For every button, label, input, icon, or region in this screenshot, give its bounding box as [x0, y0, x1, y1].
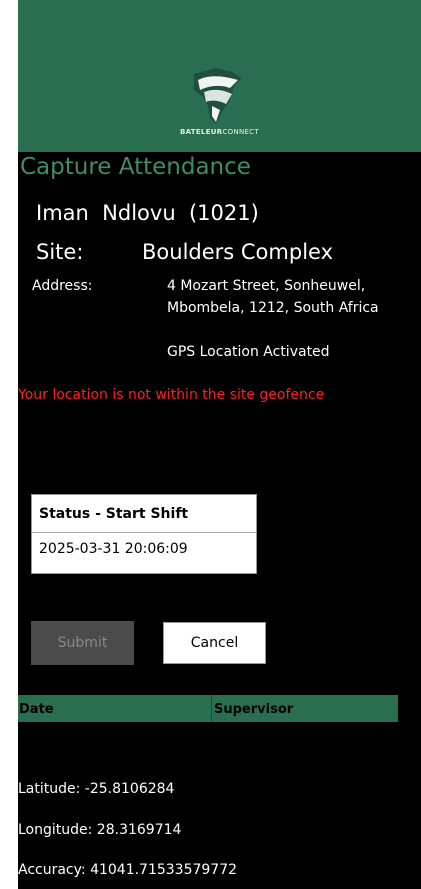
attendance-page: BATELEURCONNECT Capture Attendance Iman …	[18, 0, 421, 889]
status-divider	[32, 532, 256, 533]
status-title: Status - Start Shift	[39, 506, 189, 522]
status-timestamp: 2025-03-31 20:06:09	[39, 541, 188, 557]
site-value: Boulders Complex	[142, 240, 334, 264]
column-header-supervisor[interactable]: Supervisor	[214, 702, 293, 717]
latitude-text: Latitude: -25.8106284	[18, 781, 175, 797]
employee-name: Iman Ndlovu (1021)	[36, 201, 259, 225]
geofence-warning: Your location is not within the site geo…	[18, 387, 325, 403]
address-line-2: Mbombela, 1212, South Africa	[167, 300, 379, 316]
column-divider	[211, 695, 212, 722]
cancel-button[interactable]: Cancel	[163, 622, 266, 664]
site-label: Site:	[36, 240, 84, 264]
status-box: Status - Start Shift 2025-03-31 20:06:09	[31, 494, 257, 574]
page-title: Capture Attendance	[20, 154, 251, 180]
app-header: BATELEURCONNECT	[18, 0, 421, 152]
column-header-date[interactable]: Date	[19, 702, 54, 717]
address-label: Address:	[32, 278, 93, 294]
attendance-table-header: Date Supervisor	[18, 695, 398, 722]
submit-button[interactable]: Submit	[31, 621, 134, 665]
longitude-text: Longitude: 28.3169714	[18, 822, 182, 838]
address-line-1: 4 Mozart Street, Sonheuwel,	[167, 278, 366, 294]
brand-wordmark: BATELEURCONNECT	[179, 128, 260, 136]
accuracy-text: Accuracy: 41041.71533579772	[18, 862, 238, 878]
gps-status: GPS Location Activated	[167, 344, 330, 360]
